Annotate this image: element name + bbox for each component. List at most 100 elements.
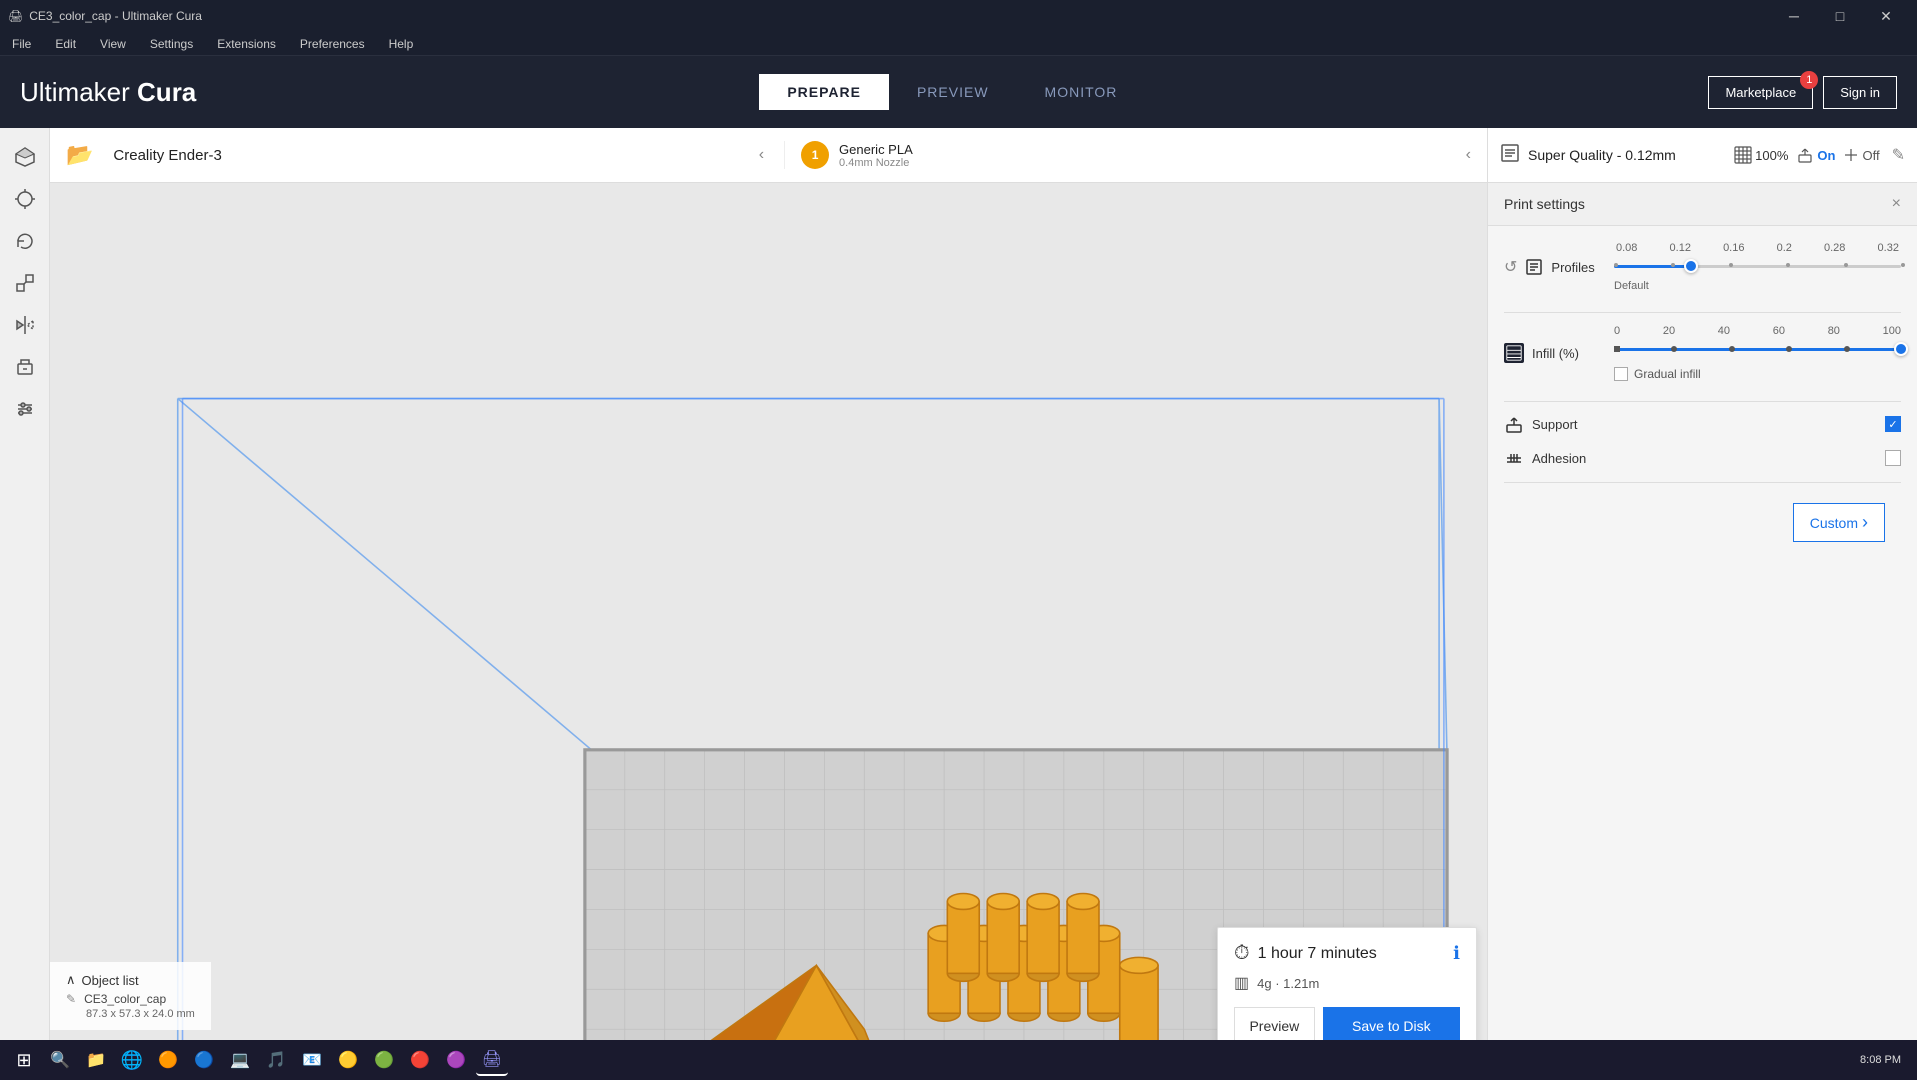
profiles-icon — [1525, 258, 1543, 276]
open-folder-icon[interactable]: 📂 — [66, 142, 93, 168]
divider-1 — [1504, 312, 1901, 313]
move-tool[interactable] — [6, 180, 44, 218]
printer-name[interactable]: Creality Ender-3 — [113, 147, 221, 164]
edit-icon: ✎ — [66, 992, 76, 1006]
mirror-tool[interactable] — [6, 306, 44, 344]
taskbar-app-1[interactable]: 🟠 — [152, 1044, 184, 1076]
menu-view[interactable]: View — [96, 35, 130, 53]
infill-dot-2 — [1729, 346, 1735, 352]
reset-profile-button[interactable]: ↺ — [1504, 257, 1517, 277]
title-text: CE3_color_cap - Ultimaker Cura — [29, 9, 202, 23]
minimize-button[interactable]: ─ — [1771, 0, 1817, 32]
support-row: Support ✓ — [1504, 414, 1901, 434]
menu-bar: File Edit View Settings Extensions Prefe… — [0, 32, 1917, 56]
taskbar-app-5[interactable]: 📧 — [296, 1044, 328, 1076]
material-sub: 0.4mm Nozzle — [839, 157, 913, 169]
taskbar-app-4[interactable]: 🎵 — [260, 1044, 292, 1076]
info-icon[interactable]: ℹ — [1453, 943, 1460, 964]
tab-prepare[interactable]: PREPARE — [759, 74, 889, 110]
support-label-group: Support — [1504, 414, 1885, 434]
taskbar-app-7[interactable]: 🟢 — [368, 1044, 400, 1076]
settings-close-button[interactable]: × — [1892, 195, 1901, 213]
settings-title: Print settings — [1504, 196, 1585, 212]
support-checkbox[interactable]: ✓ — [1885, 416, 1901, 432]
menu-settings[interactable]: Settings — [146, 35, 197, 53]
signin-button[interactable]: Sign in — [1823, 76, 1897, 109]
taskbar-cura-active[interactable]: 🖨 — [476, 1044, 508, 1076]
taskbar-app-8[interactable]: 🔴 — [404, 1044, 436, 1076]
print-settings-panel: Print settings × ↺ Profiles 0.08 0 — [1488, 183, 1917, 1080]
logo-light: Ultimaker — [20, 77, 130, 107]
taskbar-app-3[interactable]: 💻 — [224, 1044, 256, 1076]
menu-preferences[interactable]: Preferences — [296, 35, 369, 53]
top-navigation: Ultimaker Cura PREPARE PREVIEW MONITOR M… — [0, 56, 1917, 128]
tab-monitor[interactable]: MONITOR — [1017, 74, 1146, 110]
nav-tabs: PREPARE PREVIEW MONITOR — [759, 74, 1145, 110]
gradual-infill-label: Gradual infill — [1634, 367, 1701, 381]
material-section: 1 Generic PLA 0.4mm Nozzle — [784, 141, 929, 169]
adhesion-checkbox[interactable] — [1885, 450, 1901, 466]
estimate-time-row: ⏱ 1 hour 7 minutes ℹ — [1234, 942, 1460, 965]
solid-view-tool[interactable] — [6, 138, 44, 176]
object-list-panel: ∧ Object list ✎ CE3_color_cap 87.3 x 57.… — [50, 962, 211, 1030]
settings-header: Print settings × — [1488, 183, 1917, 226]
close-button[interactable]: ✕ — [1863, 0, 1909, 32]
taskbar-search[interactable]: 🔍 — [44, 1044, 76, 1076]
menu-extensions[interactable]: Extensions — [213, 35, 280, 53]
tick-0 — [1614, 263, 1618, 267]
menu-edit[interactable]: Edit — [51, 35, 80, 53]
profile-slider-thumb[interactable] — [1684, 259, 1698, 273]
chevron-right-icon: › — [1862, 512, 1868, 533]
object-list-header[interactable]: ∧ Object list — [66, 972, 195, 988]
slider-fill — [1614, 265, 1691, 268]
support-toggle: On — [1796, 146, 1835, 164]
tick-2 — [1729, 263, 1733, 267]
infill-tick-labels: 0 20 40 60 80 100 — [1614, 325, 1901, 337]
app-icon: 🖨 — [8, 9, 23, 23]
taskbar-right: 8:08 PM — [1860, 1054, 1909, 1066]
material-name: Generic PLA — [839, 142, 913, 157]
taskbar-app-2[interactable]: 🔵 — [188, 1044, 220, 1076]
quality-name[interactable]: Super Quality - 0.12mm — [1528, 147, 1726, 163]
edit-settings-button[interactable]: ✎ — [1892, 145, 1905, 165]
printer-arrow-icon[interactable]: ‹ — [759, 146, 764, 164]
menu-file[interactable]: File — [8, 35, 35, 53]
custom-button[interactable]: Custom › — [1793, 503, 1885, 542]
off-label: Off — [1843, 147, 1879, 163]
taskbar-file-explorer[interactable]: 📁 — [80, 1044, 112, 1076]
taskbar-start-button[interactable]: ⊞ — [8, 1044, 40, 1076]
material-section-arrow[interactable]: ‹ — [1466, 146, 1471, 164]
object-dimensions: 87.3 x 57.3 x 24.0 mm — [86, 1008, 195, 1020]
object-list-label: Object list — [82, 973, 139, 988]
marketplace-button[interactable]: Marketplace 1 — [1708, 76, 1813, 109]
adhesion-icon — [1504, 448, 1524, 468]
adhesion-label-group: Adhesion — [1504, 448, 1885, 468]
infill-control: 0 20 40 60 80 100 — [1614, 325, 1901, 381]
tab-preview[interactable]: PREVIEW — [889, 74, 1017, 110]
taskbar-app-9[interactable]: 🟣 — [440, 1044, 472, 1076]
infill-dot-3 — [1786, 346, 1792, 352]
infill-dot-1 — [1671, 346, 1677, 352]
scale-tool[interactable] — [6, 264, 44, 302]
support-tool[interactable] — [6, 348, 44, 386]
per-model-settings-tool[interactable] — [6, 390, 44, 428]
taskbar-app-6[interactable]: 🟡 — [332, 1044, 364, 1076]
estimate-material-row: ▥ 4g · 1.21m — [1234, 973, 1460, 993]
rotate-tool[interactable] — [6, 222, 44, 260]
maximize-button[interactable]: □ — [1817, 0, 1863, 32]
title-bar: 🖨 CE3_color_cap - Ultimaker Cura ─ □ ✕ — [0, 0, 1917, 32]
settings-body: ↺ Profiles 0.08 0.12 0.16 0.2 0.28 0.32 — [1488, 226, 1917, 1080]
infill-dot-4 — [1844, 346, 1850, 352]
object-name: CE3_color_cap — [84, 992, 166, 1006]
infill-icon — [1504, 343, 1524, 363]
taskbar-edge[interactable]: 🌐 — [116, 1044, 148, 1076]
estimate-material-text: 4g · 1.21m — [1257, 976, 1319, 991]
profile-tick-labels: 0.08 0.12 0.16 0.2 0.28 0.32 — [1614, 242, 1901, 254]
custom-button-row: Custom › — [1504, 495, 1901, 550]
profile-slider[interactable] — [1614, 258, 1901, 276]
infill-slider[interactable] — [1614, 341, 1901, 359]
infill-slider-thumb[interactable] — [1894, 342, 1908, 356]
menu-help[interactable]: Help — [385, 35, 418, 53]
right-panel: Super Quality - 0.12mm 100% On Off ✎ — [1487, 128, 1917, 1080]
gradual-infill-checkbox[interactable] — [1614, 367, 1628, 381]
